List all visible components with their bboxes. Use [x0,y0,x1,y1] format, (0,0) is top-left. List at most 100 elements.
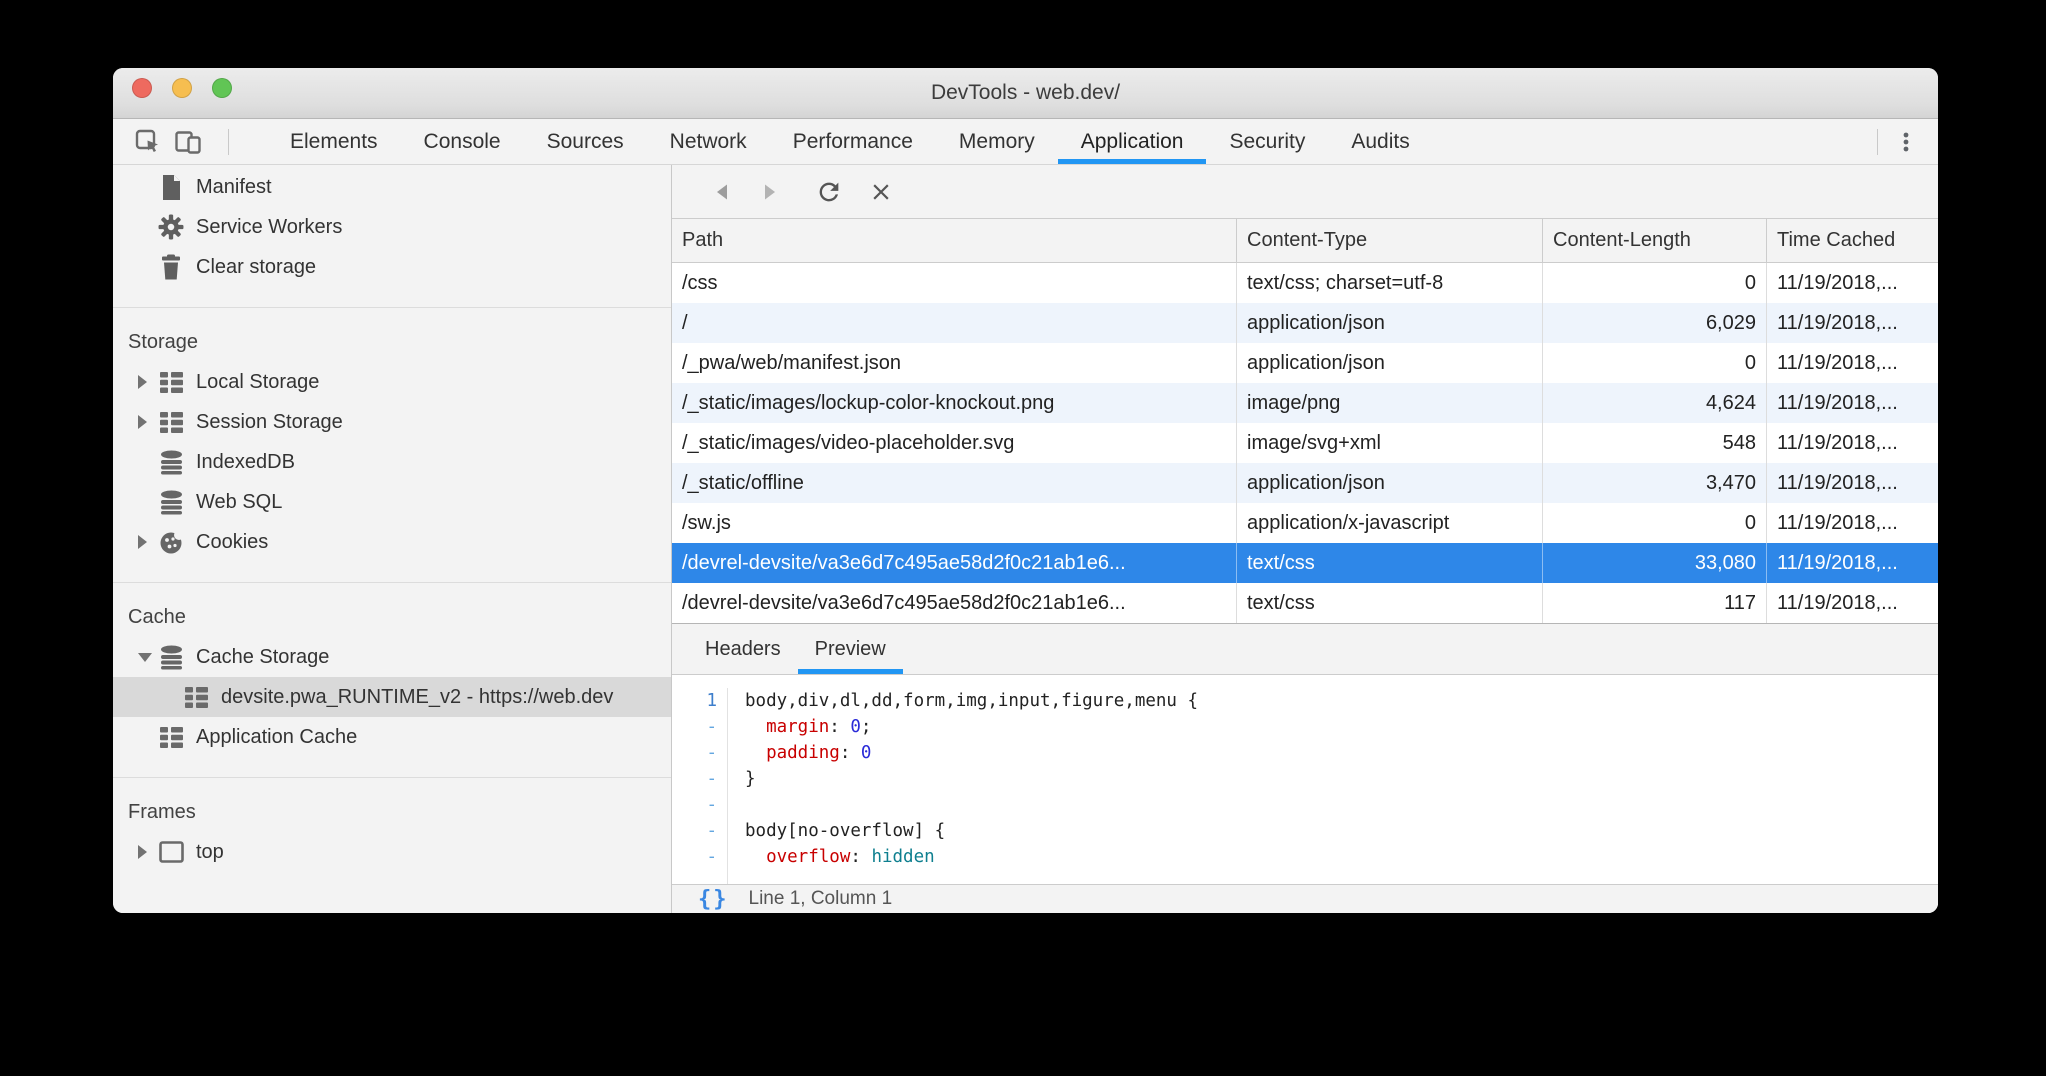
chevron-right-icon[interactable] [138,845,158,859]
preview-statusbar: {} Line 1, Column 1 [672,884,1938,913]
tab-preview[interactable]: Preview [798,624,903,674]
pretty-print-icon[interactable]: {} [698,887,729,912]
cookie-icon [158,530,184,555]
cell-content-type: image/svg+xml [1237,423,1543,463]
code-line: body,div,dl,dd,form,img,input,figure,men… [745,688,1938,714]
database-icon [158,490,184,515]
cell-path: /_static/offline [672,463,1237,503]
sidebar-item-application-cache[interactable]: Application Cache [113,717,671,757]
sidebar-item-label: Cache Storage [196,646,329,669]
code-line: overflow: hidden [745,844,1938,870]
cell-content-length: 6,029 [1543,303,1767,343]
table-row[interactable]: /devrel-devsite/va3e6d7c495ae58d2f0c21ab… [672,543,1938,583]
sidebar-item-cache-storage[interactable]: Cache Storage [113,637,671,677]
sidebar-item-web-sql[interactable]: Web SQL [113,482,671,522]
sidebar-divider [113,307,671,308]
devtools-tabs: ElementsConsoleSourcesNetworkPerformance… [267,119,1433,164]
inspect-element-icon[interactable] [135,129,161,155]
screen: DevTools - web.dev/ Elements [0,0,2046,1076]
chevron-right-icon[interactable] [138,535,158,549]
chevron-down-icon[interactable] [138,653,158,662]
refresh-button[interactable] [814,177,844,207]
tab-sources[interactable]: Sources [524,119,647,164]
close-window-button[interactable] [132,78,152,98]
cell-content-type: text/css [1237,583,1543,623]
column-header-path[interactable]: Path [672,219,1237,262]
tab-network[interactable]: Network [647,119,770,164]
code-line: margin: 0; [745,714,1938,740]
table-row[interactable]: /application/json6,02911/19/2018,... [672,303,1938,343]
cell-time-cached: 11/19/2018,... [1767,503,1938,543]
sidebar-item-top[interactable]: top [113,832,671,872]
line-number-gutter: 1------ [672,688,728,884]
sidebar-section-frames: Frames [113,792,671,832]
cell-time-cached: 11/19/2018,... [1767,343,1938,383]
table-icon [158,726,184,749]
tab-security[interactable]: Security [1206,119,1328,164]
cell-content-type: application/x-javascript [1237,503,1543,543]
tab-memory[interactable]: Memory [936,119,1058,164]
sidebar-item-label: Service Workers [196,216,342,239]
sidebar-item-label: Clear storage [196,256,316,279]
sidebar-item-label: Local Storage [196,371,319,394]
cell-content-type: image/png [1237,383,1543,423]
titlebar[interactable]: DevTools - web.dev/ [113,68,1938,119]
cell-time-cached: 11/19/2018,... [1767,543,1938,583]
back-button[interactable] [708,177,738,207]
cell-path: /_static/images/lockup-color-knockout.pn… [672,383,1237,423]
table-icon [183,686,209,709]
column-header-content-length[interactable]: Content-Length [1543,219,1767,262]
sidebar-item-session-storage[interactable]: Session Storage [113,402,671,442]
cursor-position-label: Line 1, Column 1 [749,888,893,910]
sidebar-item-label: devsite.pwa_RUNTIME_v2 - https://web.dev [221,686,613,709]
sidebar-item-manifest[interactable]: Manifest [113,167,671,207]
delete-button[interactable] [866,177,896,207]
database-icon [158,645,184,670]
tab-headers[interactable]: Headers [688,624,798,674]
line-number: - [672,714,717,740]
cell-time-cached: 11/19/2018,... [1767,263,1938,303]
tab-console[interactable]: Console [401,119,524,164]
menu-divider [1877,129,1878,155]
cell-time-cached: 11/19/2018,... [1767,303,1938,343]
cell-path: /sw.js [672,503,1237,543]
table-row[interactable]: /_static/images/lockup-color-knockout.pn… [672,383,1938,423]
sidebar-item-service-workers[interactable]: Service Workers [113,207,671,247]
tab-audits[interactable]: Audits [1328,119,1432,164]
cell-path: /_static/images/video-placeholder.svg [672,423,1237,463]
cell-path: /css [672,263,1237,303]
table-row[interactable]: /_pwa/web/manifest.jsonapplication/json0… [672,343,1938,383]
sidebar-item-indexeddb[interactable]: IndexedDB [113,442,671,482]
zoom-window-button[interactable] [212,78,232,98]
line-number: - [672,740,717,766]
table-row[interactable]: /_static/offlineapplication/json3,47011/… [672,463,1938,503]
cell-time-cached: 11/19/2018,... [1767,383,1938,423]
gear-icon [158,214,184,240]
table-icon [158,411,184,434]
forward-button[interactable] [754,177,784,207]
tab-performance[interactable]: Performance [770,119,936,164]
table-row[interactable]: /_static/images/video-placeholder.svgima… [672,423,1938,463]
trash-icon [158,254,184,280]
cell-content-length: 117 [1543,583,1767,623]
column-header-content-type[interactable]: Content-Type [1237,219,1543,262]
table-row[interactable]: /sw.jsapplication/x-javascript011/19/201… [672,503,1938,543]
table-row[interactable]: /csstext/css; charset=utf-8011/19/2018,.… [672,263,1938,303]
sidebar-item-clear-storage[interactable]: Clear storage [113,247,671,287]
chevron-right-icon[interactable] [138,375,158,389]
sidebar-item-local-storage[interactable]: Local Storage [113,362,671,402]
cell-content-length: 0 [1543,263,1767,303]
traffic-lights [132,78,232,98]
minimize-window-button[interactable] [172,78,192,98]
kebab-menu-icon[interactable] [1894,129,1918,155]
table-row[interactable]: /devrel-devsite/va3e6d7c495ae58d2f0c21ab… [672,583,1938,623]
column-header-time-cached[interactable]: Time Cached [1767,219,1938,262]
sidebar-item-cookies[interactable]: Cookies [113,522,671,562]
tab-application[interactable]: Application [1058,119,1207,164]
sidebar-item-devsite-pwa-runtime-v2-https-web-dev[interactable]: devsite.pwa_RUNTIME_v2 - https://web.dev [113,677,671,717]
chevron-right-icon[interactable] [138,415,158,429]
document-icon [158,174,184,201]
device-toolbar-icon[interactable] [175,129,202,155]
preview-code-viewer[interactable]: 1------ body,div,dl,dd,form,img,input,fi… [672,675,1938,884]
tab-elements[interactable]: Elements [267,119,401,164]
